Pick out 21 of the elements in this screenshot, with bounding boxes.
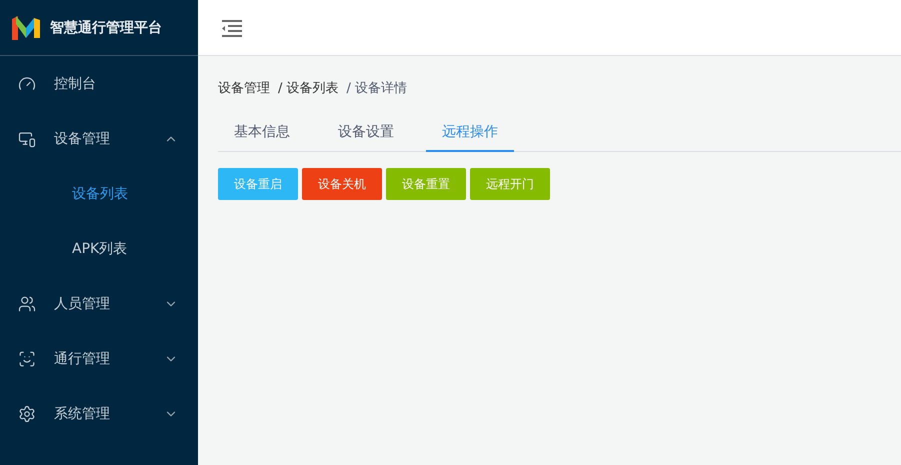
face-scan-icon bbox=[18, 350, 36, 368]
action-button[interactable]: 设备关机 bbox=[302, 168, 382, 200]
submenu-item[interactable]: 设备列表 bbox=[0, 166, 198, 221]
breadcrumb-item: / 设备详情 bbox=[346, 80, 408, 97]
tab[interactable]: 基本信息 bbox=[218, 114, 306, 152]
tab[interactable]: 设备设置 bbox=[322, 114, 410, 152]
logo-icon bbox=[12, 16, 40, 40]
submenu-item[interactable]: APK列表 bbox=[0, 221, 198, 276]
gauge-icon bbox=[18, 74, 36, 92]
menu-item[interactable]: 人员管理 bbox=[0, 276, 198, 331]
menu-item[interactable]: 设备管理 bbox=[0, 111, 198, 166]
menu-item[interactable]: 系统管理 bbox=[0, 386, 198, 441]
menu-item[interactable]: 控制台 bbox=[0, 56, 198, 111]
breadcrumb-item[interactable]: 设备管理 bbox=[218, 79, 270, 97]
menu-item[interactable]: 通行管理 bbox=[0, 331, 198, 386]
menu-collapse-icon[interactable] bbox=[222, 18, 242, 36]
settings-icon bbox=[18, 404, 36, 422]
brand-title: 智慧通行管理平台 bbox=[50, 18, 162, 36]
users-icon bbox=[18, 294, 36, 312]
monitor-icon bbox=[18, 130, 36, 148]
breadcrumb-item[interactable]: / 设备列表 bbox=[278, 79, 339, 97]
